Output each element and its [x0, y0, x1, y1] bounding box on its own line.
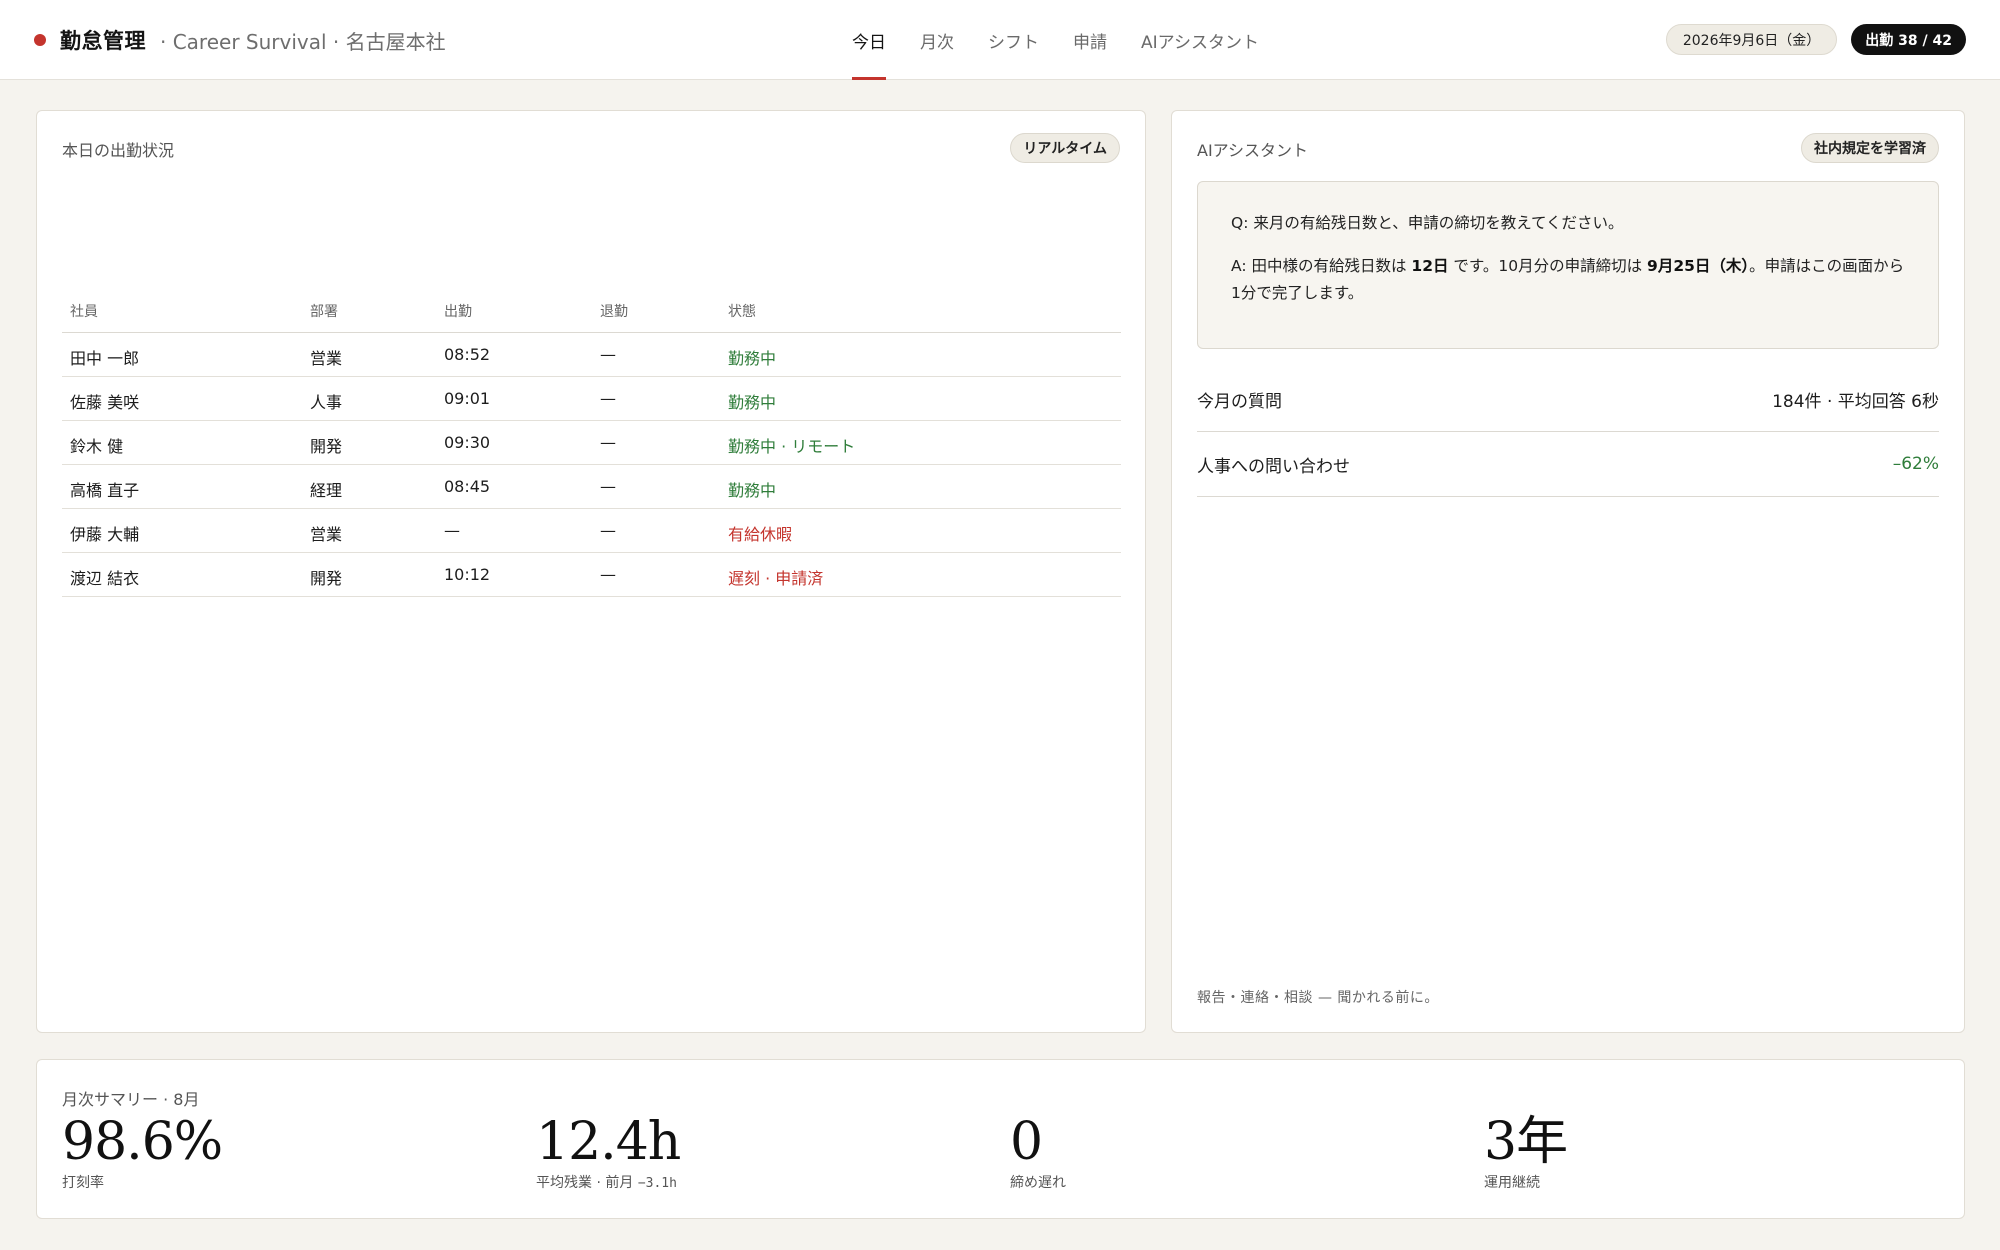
stat-value: 98.6% — [62, 1112, 223, 1172]
question-text: Q: 来月の有給残日数と、申請の締切を教えてください。 — [1231, 214, 1624, 232]
stat-label: 打刻率 — [62, 1175, 104, 1191]
answer-text: A: 田中様の有給残日数は 12日 です。10月分の申請締切は 9月25日（木）… — [1231, 253, 1905, 307]
stat-delta: −3.1h — [637, 1176, 677, 1191]
attendance-count-badge: 出勤 38 / 42 — [1851, 24, 1966, 55]
metric-hr-inquiries: 人事への問い合わせ –62% — [1197, 432, 1939, 497]
department: 開発 — [310, 437, 343, 456]
status-text: 有給休暇 — [728, 525, 793, 544]
col-department: 部署 — [310, 304, 338, 320]
ai-assistant-card: AIアシスタント 社内規定を学習済 Q: 来月の有給残日数と、申請の締切を教えて… — [1171, 110, 1965, 1033]
answer-part: です。10月分の申請締切は — [1448, 257, 1648, 275]
employee-name: 鈴木 健 — [70, 437, 124, 456]
department: 営業 — [310, 349, 343, 368]
status-dot-icon — [34, 34, 46, 46]
answer-part: A: 田中様の有給残日数は — [1231, 257, 1412, 275]
answer-highlight: 12日 — [1411, 257, 1449, 275]
department: 開発 — [310, 569, 343, 588]
status-text: 勤務中 — [728, 481, 777, 500]
col-clock-in: 出勤 — [444, 304, 472, 320]
stat-label: 締め遅れ — [1010, 1175, 1066, 1191]
tab-monthly[interactable]: 月次 — [920, 0, 954, 80]
department: 営業 — [310, 525, 343, 544]
stat-avg-overtime: 12.4h 平均残業 · 前月 −3.1h — [536, 1112, 681, 1192]
qa-box: Q: 来月の有給残日数と、申請の締切を教えてください。 A: 田中様の有給残日数… — [1197, 181, 1939, 349]
app-subtitle: · Career Survival · 名古屋本社 — [160, 29, 446, 54]
clock-out: — — [600, 477, 616, 496]
table-row[interactable]: 高橋 直子 経理 08:45 — 勤務中 — [62, 465, 1121, 509]
stat-operation-years: 3年 運用継続 — [1484, 1112, 1568, 1192]
metric-value: –62% — [1892, 454, 1939, 474]
stat-label: 運用継続 — [1484, 1175, 1540, 1191]
table-row[interactable]: 鈴木 健 開発 09:30 — 勤務中 · リモート — [62, 421, 1121, 465]
clock-out: — — [600, 433, 616, 452]
col-employee: 社員 — [70, 304, 98, 320]
ai-footer-note: 報告・連絡・相談 — 聞かれる前に。 — [1197, 990, 1439, 1006]
table-row[interactable]: 渡辺 結衣 開発 10:12 — 遅刻 · 申請済 — [62, 553, 1121, 597]
summary-title: 月次サマリー · 8月 — [62, 1090, 200, 1109]
clock-out: — — [600, 565, 616, 584]
employee-name: 田中 一郎 — [70, 349, 140, 368]
col-clock-out: 退勤 — [600, 304, 628, 320]
tab-today[interactable]: 今日 — [852, 0, 886, 80]
date-badge: 2026年9月6日（金） — [1665, 24, 1838, 55]
attendance-table-body: 田中 一郎 営業 08:52 — 勤務中 佐藤 美咲 人事 09:01 — 勤務… — [62, 333, 1121, 597]
clock-out: — — [600, 345, 616, 364]
department: 経理 — [310, 481, 343, 500]
status-text: 勤務中 · リモート — [728, 437, 856, 456]
tab-ai-assistant[interactable]: AIアシスタント — [1141, 0, 1259, 80]
app-title: 勤怠管理 — [60, 29, 146, 53]
tab-request[interactable]: 申請 — [1073, 0, 1107, 80]
clock-in: 08:45 — [444, 477, 491, 496]
metric-label: 人事への問い合わせ — [1197, 456, 1350, 477]
clock-in: 09:01 — [444, 389, 491, 408]
attendance-card: 本日の出勤状況 リアルタイム 社員 部署 出勤 退勤 状態 田中 一郎 営業 0… — [36, 110, 1146, 1033]
realtime-badge: リアルタイム — [1010, 133, 1120, 163]
stat-late-closings: 0 締め遅れ — [1010, 1112, 1066, 1192]
clock-out: — — [600, 389, 616, 408]
metric-value: 184件 · 平均回答 6秒 — [1772, 391, 1939, 412]
status-text: 勤務中 — [728, 349, 777, 368]
employee-name: 高橋 直子 — [70, 481, 140, 500]
employee-name: 伊藤 大輔 — [70, 525, 140, 544]
answer-highlight: 9月25日（木） — [1647, 257, 1750, 275]
main-nav: 今日 月次 シフト 申請 AIアシスタント — [852, 0, 1293, 80]
employee-name: 佐藤 美咲 — [70, 393, 140, 412]
status-text: 遅刻 · 申請済 — [728, 569, 824, 588]
clock-in: — — [444, 521, 460, 540]
stat-value: 0 — [1010, 1112, 1043, 1172]
trained-badge: 社内規定を学習済 — [1801, 133, 1939, 163]
metric-questions: 今月の質問 184件 · 平均回答 6秒 — [1197, 367, 1939, 432]
attendance-table-header: 社員 部署 出勤 退勤 状態 — [62, 289, 1121, 333]
clock-in: 09:30 — [444, 433, 491, 452]
table-row[interactable]: 佐藤 美咲 人事 09:01 — 勤務中 — [62, 377, 1121, 421]
employee-name: 渡辺 結衣 — [70, 569, 140, 588]
department: 人事 — [310, 393, 343, 412]
status-text: 勤務中 — [728, 393, 777, 412]
stat-label: 平均残業 · 前月 −3.1h — [536, 1172, 680, 1192]
stat-value: 12.4h — [536, 1112, 681, 1172]
stat-label-text: 平均残業 · 前月 — [536, 1175, 638, 1191]
clock-in: 10:12 — [444, 565, 491, 584]
metric-label: 今月の質問 — [1197, 391, 1282, 412]
clock-out: — — [600, 521, 616, 540]
attendance-title: 本日の出勤状況 — [62, 141, 175, 160]
stat-punch-rate: 98.6% 打刻率 — [62, 1112, 223, 1192]
clock-in: 08:52 — [444, 345, 491, 364]
tab-shift[interactable]: シフト — [988, 0, 1039, 80]
header-status: 2026年9月6日（金） 出勤 38 / 42 — [1665, 24, 1966, 55]
monthly-summary-card: 月次サマリー · 8月 98.6% 打刻率 12.4h 平均残業 · 前月 −3… — [36, 1059, 1965, 1219]
stat-value: 3年 — [1484, 1112, 1568, 1172]
table-row[interactable]: 伊藤 大輔 営業 — — 有給休暇 — [62, 509, 1121, 553]
brand: 勤怠管理 · Career Survival · 名古屋本社 — [34, 0, 446, 80]
table-row[interactable]: 田中 一郎 営業 08:52 — 勤務中 — [62, 333, 1121, 377]
app-header: 勤怠管理 · Career Survival · 名古屋本社 今日 月次 シフト… — [0, 0, 2000, 80]
col-status: 状態 — [728, 304, 756, 320]
ai-assistant-title: AIアシスタント — [1197, 141, 1309, 160]
